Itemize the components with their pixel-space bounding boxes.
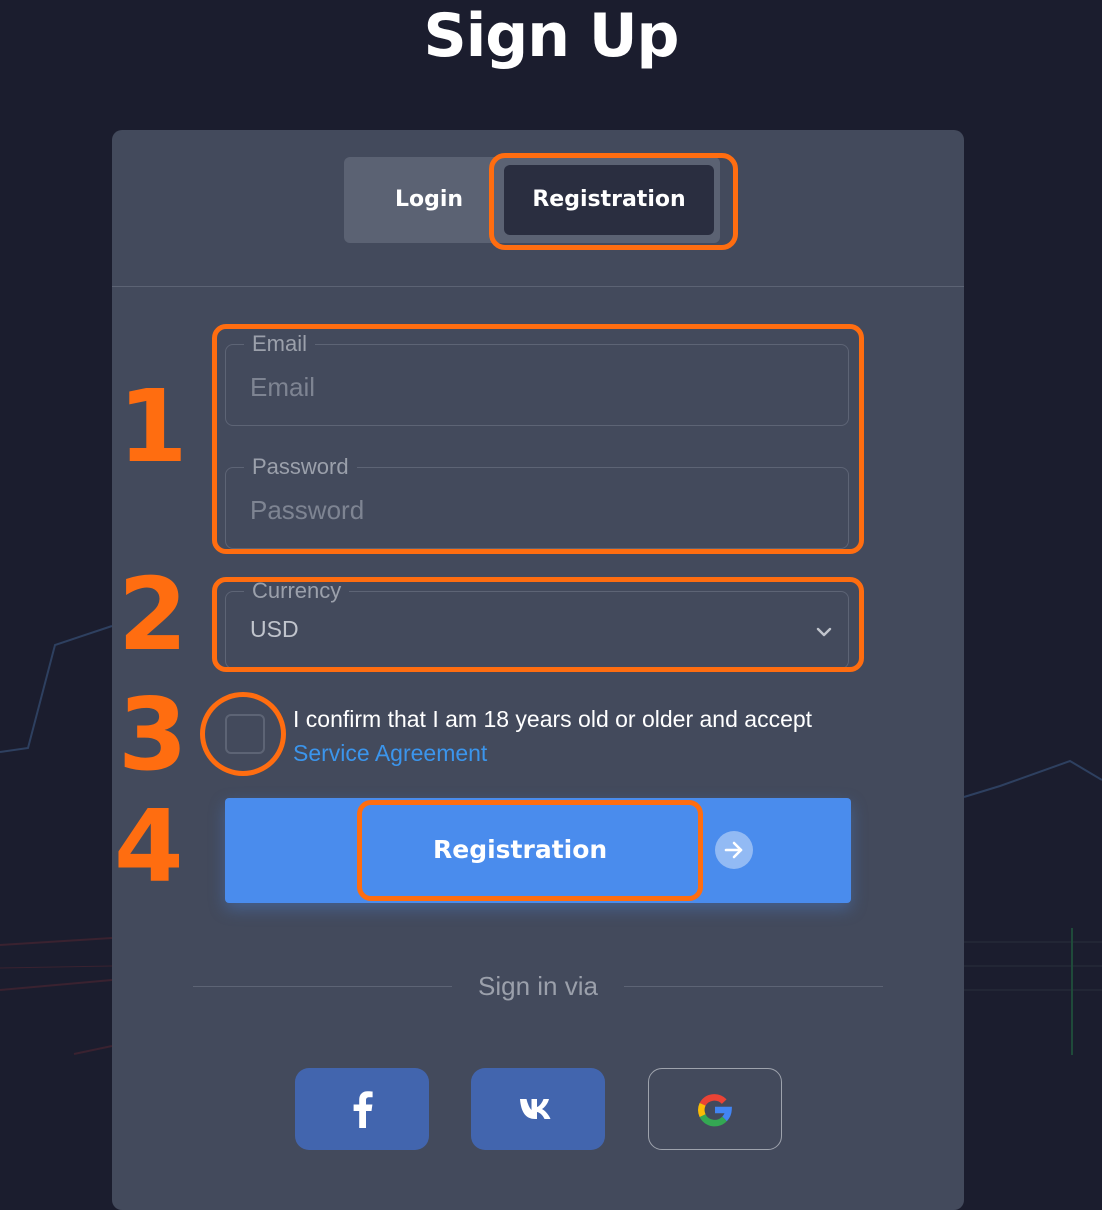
sign-in-via-label: Sign in via — [478, 971, 598, 1001]
email-field: Email — [225, 331, 849, 426]
chevron-down-icon — [816, 627, 832, 637]
consent-statement: I confirm that I am 18 years old or olde… — [293, 706, 813, 732]
currency-value: USD — [250, 616, 299, 642]
registration-submit-button[interactable]: Registration — [225, 798, 851, 903]
age-consent-checkbox[interactable] — [225, 714, 265, 754]
page-title: Sign Up — [423, 1, 679, 71]
password-input[interactable] — [250, 490, 810, 530]
sign-in-via-divider-right — [624, 986, 883, 987]
vk-login-button[interactable] — [471, 1068, 605, 1150]
facebook-icon — [353, 1091, 373, 1128]
arrow-right-icon — [715, 831, 753, 869]
google-login-button[interactable] — [648, 1068, 782, 1150]
google-icon — [698, 1094, 732, 1127]
vk-icon — [520, 1099, 551, 1119]
signup-card: Login Registration Email Password Curren… — [112, 130, 964, 1210]
currency-label: Currency — [244, 578, 350, 604]
currency-select[interactable]: Currency USD — [225, 578, 849, 669]
service-agreement-link[interactable]: Service Agreement — [293, 740, 487, 766]
facebook-login-button[interactable] — [295, 1068, 429, 1150]
email-label: Email — [244, 331, 316, 357]
password-field: Password — [225, 454, 849, 549]
tab-registration[interactable]: Registration — [504, 165, 714, 235]
registration-submit-label: Registration — [433, 835, 608, 864]
auth-tabs: Login Registration — [344, 157, 720, 243]
email-input[interactable] — [250, 367, 810, 407]
sign-in-via-divider-left — [193, 986, 452, 987]
tab-login[interactable]: Login — [354, 165, 504, 235]
password-label: Password — [244, 454, 357, 480]
tabs-divider — [112, 286, 964, 287]
age-consent-text: I confirm that I am 18 years old or olde… — [293, 702, 893, 770]
